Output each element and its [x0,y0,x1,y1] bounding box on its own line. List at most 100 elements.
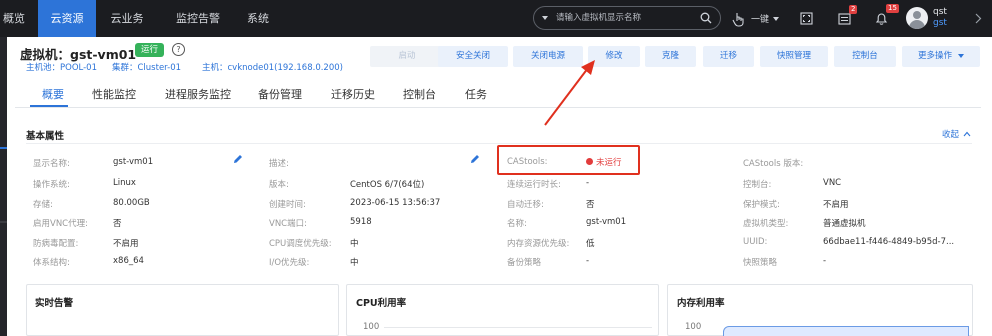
prop-value-name: gst-vm01 [586,217,627,227]
prop-value-backup-policy: - [586,256,590,266]
prop-value-uuid: 66dbae11-f446-4849-b95d-7... [823,237,955,247]
tab-tasks[interactable]: 任务 [465,86,487,102]
host-link[interactable]: 主机：cvknode01(192.168.0.200) [202,61,343,73]
prop-value-memory-priority: 低 [586,239,595,249]
task-list-icon [838,13,851,25]
prop-label-backup-policy: 备份策略 [507,258,542,268]
prop-value-auto-migrate: 否 [586,200,595,210]
prop-value-antivirus: 不启用 [113,239,139,249]
prop-label-io-priority: I/O优先级: [269,258,310,268]
prop-label-uptime: 连续运行时长: [507,180,561,190]
top-bar: 概览 云资源 云业务 监控告警 系统 一键 2 [0,0,992,37]
prop-label-architecture: 体系结构: [33,258,70,268]
prop-label-castools-version: CAStools 版本: [743,159,804,169]
section-divider [26,143,972,144]
prop-value-cpu-priority: 中 [350,239,359,249]
realtime-alarm-card [26,284,339,336]
status-badge: 运行 [135,43,165,57]
prop-label-vnc-proxy: 启用VNC代理: [33,219,88,229]
card-title-realtime-alarm: 实时告警 [35,298,74,309]
cpu-usage-card [346,284,659,336]
nav-cloud-resources[interactable]: 云资源 [38,0,96,37]
safe-shutdown-button[interactable]: 安全关闭 [438,46,508,67]
user-subtitle[interactable]: gst [933,18,947,28]
tab-backup-management[interactable]: 备份管理 [258,86,302,102]
tab-console[interactable]: 控制台 [403,86,436,102]
prop-label-auto-migrate: 自动迁移: [507,200,544,210]
prop-label-protection-mode: 保护模式: [743,200,780,210]
prop-value-uptime: - [586,178,590,188]
one-click-menu[interactable]: 一键 [732,0,780,37]
nav-overview[interactable]: 概览 [0,0,38,37]
prop-label-uuid: UUID: [743,237,768,247]
bell-icon [875,12,888,25]
prop-label-memory-priority: 内存资源优先级: [507,239,570,249]
memory-usage-area [723,326,969,336]
prop-value-os: Linux [113,178,136,188]
prop-value-vm-type: 普通虚拟机 [823,219,866,229]
user-avatar-icon [913,11,921,19]
chevron-right-icon[interactable] [975,13,982,24]
console-button[interactable]: 控制台 [834,46,896,67]
task-count-badge: 2 [849,5,858,14]
host-pool-link[interactable]: 主机池：POOL-01 [26,61,97,73]
migrate-button[interactable]: 迁移 [703,46,754,67]
castools-highlight-box [497,145,640,175]
prop-label-vm-type: 虚拟机类型: [743,219,789,229]
prop-label-created-time: 创建时间: [269,200,306,210]
edit-pencil-icon[interactable] [233,154,243,164]
prop-value-architecture: x86_64 [113,256,144,266]
top-nav: 概览 云资源 云业务 监控告警 系统 [0,0,278,37]
search-box [533,6,721,30]
prop-value-vnc-proxy: 否 [113,219,122,229]
search-input[interactable] [556,11,696,25]
tab-migration-history[interactable]: 迁移历史 [331,86,375,102]
collapse-label: 收起 [942,130,960,140]
prop-label-cpu-priority: CPU调度优先级: [269,239,332,249]
prop-value-version: CentOS 6/7(64位) [350,180,425,190]
edit-pencil-icon[interactable] [470,154,480,164]
cpu-gridline [384,327,652,328]
prop-label-description: 描述: [269,159,289,169]
chevron-down-icon [773,16,780,21]
prop-value-protection-mode: 不启用 [823,200,849,210]
tab-overview[interactable]: 概要 [42,86,64,102]
collapse-toggle[interactable]: 收起 [942,128,971,140]
nav-cloud-business[interactable]: 云业务 [96,0,158,37]
memory-axis-max-label: 100 [685,322,702,332]
prop-value-vnc-port: 5918 [350,217,372,227]
prop-label-version: 版本: [269,180,289,190]
more-actions-button[interactable]: 更多操作 [902,46,980,67]
search-icon[interactable] [700,12,712,24]
hand-pointer-icon [732,12,744,27]
help-icon[interactable]: ? [172,43,185,56]
prop-label-storage: 存储: [33,200,53,210]
tab-process-service-monitoring[interactable]: 进程服务监控 [165,86,231,102]
prop-value-created-time: 2023-06-15 13:56:37 [350,198,441,208]
cluster-link[interactable]: 集群：Cluster-01 [112,61,181,73]
snapshot-manage-button[interactable]: 快照管理 [760,46,828,67]
annotation-arrow-icon [544,60,595,126]
prop-value-snapshot-policy: - [823,256,827,266]
card-title-memory-usage: 内存利用率 [677,298,725,309]
prop-value-io-priority: 中 [350,258,359,268]
nav-monitoring-alarms[interactable]: 监控告警 [158,0,238,37]
chevron-down-icon [958,53,964,58]
nav-system[interactable]: 系统 [238,0,278,37]
tab-performance-monitoring[interactable]: 性能监控 [92,86,136,102]
search-scope-dropdown-icon[interactable] [542,16,548,20]
card-title-cpu-usage: CPU利用率 [356,298,407,309]
prop-value-console: VNC [823,178,842,188]
avatar[interactable] [906,7,928,29]
chevron-up-icon [963,131,971,137]
prop-label-console: 控制台: [743,180,772,190]
user-name[interactable]: qst [933,7,947,17]
fullscreen-button[interactable] [800,0,813,37]
fullscreen-icon [800,12,813,25]
clone-button[interactable]: 克隆 [645,46,696,67]
prop-label-display-name: 显示名称: [33,159,70,169]
tabs-divider [15,107,981,108]
start-button[interactable]: 启动 [370,46,444,67]
section-title-basic-properties: 基本属性 [26,131,65,142]
left-sidebar-collapsed [0,37,7,336]
